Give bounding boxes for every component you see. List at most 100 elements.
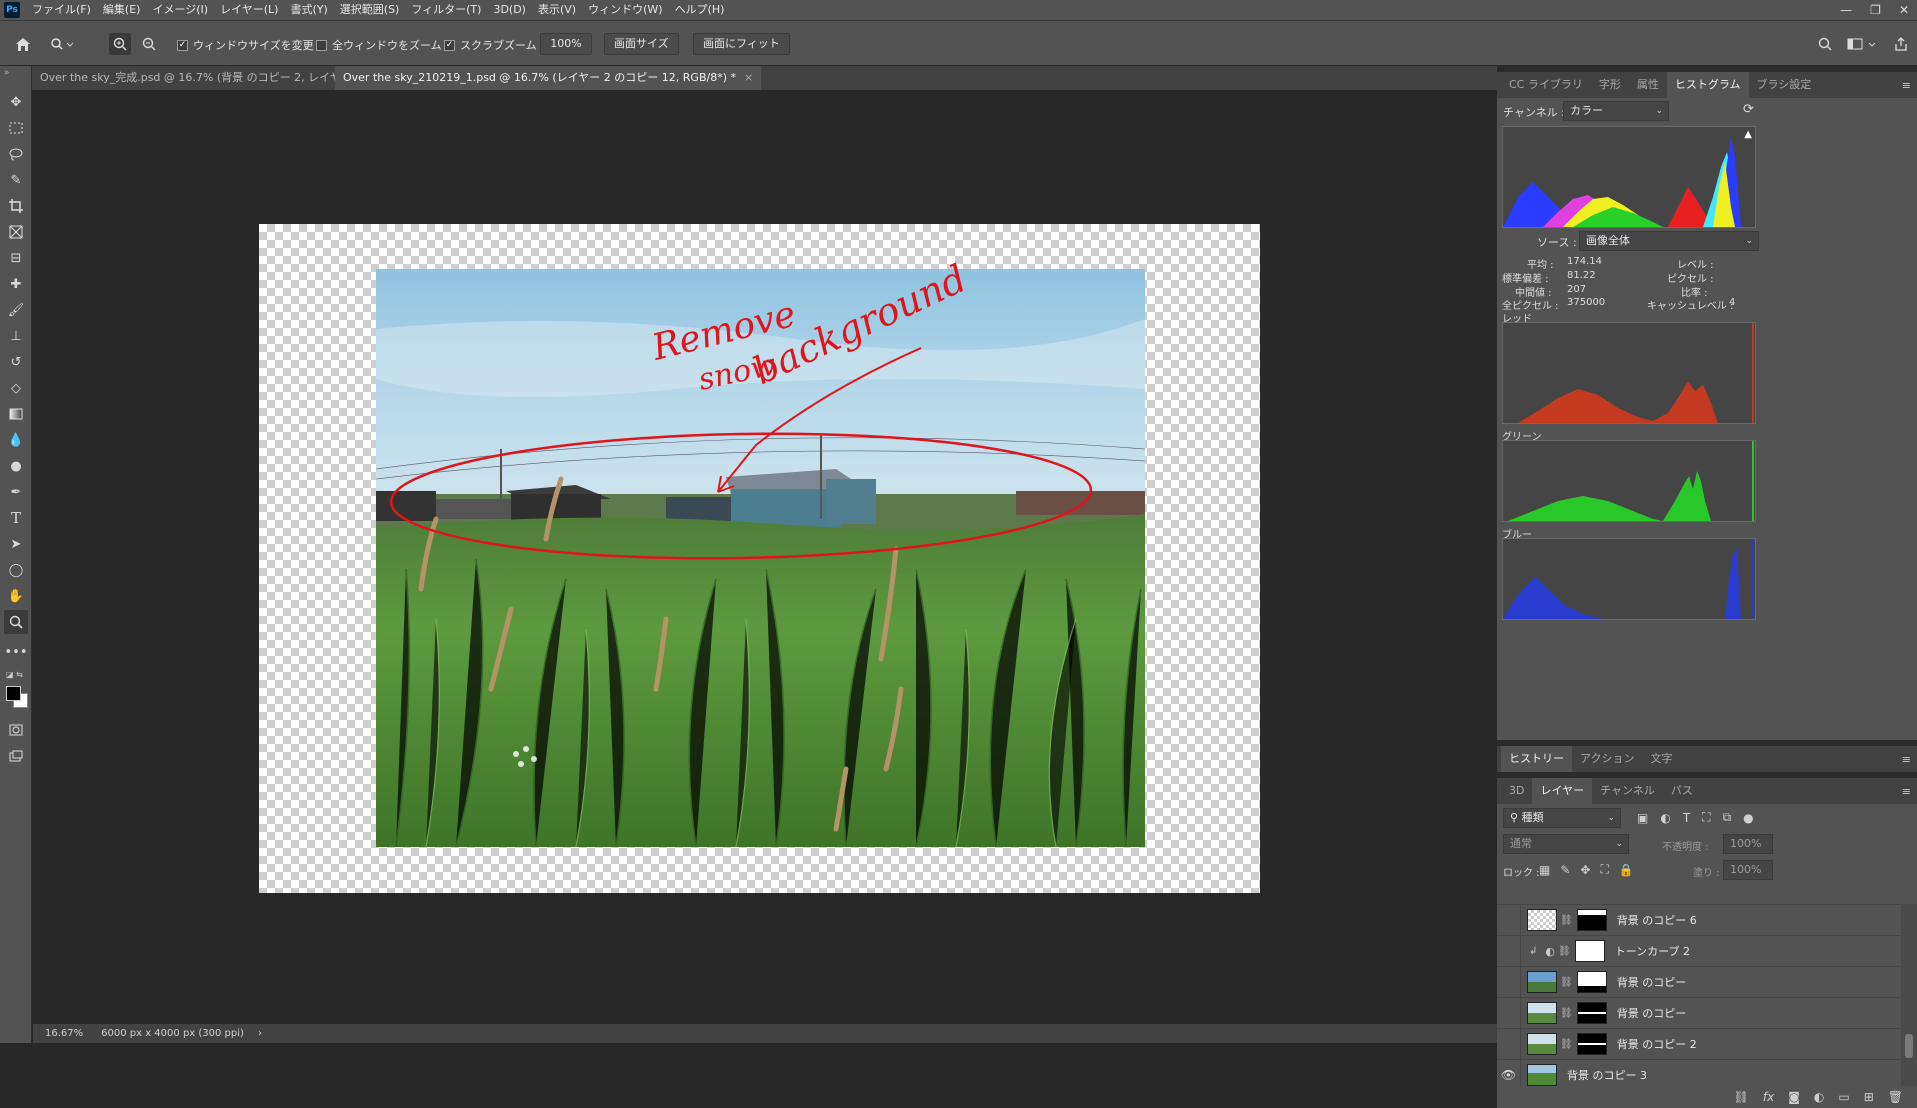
frame-tool-icon[interactable] bbox=[4, 220, 28, 244]
document-tab-active[interactable]: Over the sky_210219_1.psd @ 16.7% (レイヤー … bbox=[335, 66, 762, 90]
blend-mode-select[interactable]: 通常 ⌄ bbox=[1503, 834, 1629, 854]
history-brush-tool-icon[interactable]: ↺ bbox=[4, 350, 28, 374]
quick-mask-icon[interactable] bbox=[4, 718, 28, 742]
menu-item[interactable]: 表示(V) bbox=[532, 0, 582, 20]
zoom-tool-icon[interactable] bbox=[4, 610, 28, 634]
tab-brush-settings[interactable]: ブラシ設定 bbox=[1749, 72, 1820, 98]
fit-screen-button[interactable]: 画面サイズ bbox=[604, 33, 679, 55]
cache-warning-icon[interactable]: ▲ bbox=[1744, 129, 1752, 140]
link-icon[interactable]: ⛓ bbox=[1560, 977, 1573, 988]
close-tab-icon[interactable]: × bbox=[744, 71, 753, 84]
menu-item[interactable]: フィルター(T) bbox=[405, 0, 487, 20]
shape-filter-icon[interactable]: ⛶ bbox=[1702, 810, 1710, 825]
zoom-out-icon[interactable] bbox=[138, 33, 160, 55]
tab-character[interactable]: 文字 bbox=[1642, 746, 1680, 772]
channel-select[interactable]: カラー ⌄ bbox=[1563, 101, 1669, 121]
pixel-filter-icon[interactable]: ▣ bbox=[1637, 811, 1648, 825]
tab-layers[interactable]: レイヤー bbox=[1532, 778, 1593, 804]
menu-item[interactable]: 選択範囲(S) bbox=[334, 0, 406, 20]
layer-row[interactable]: ⛓ 背景 のコピー bbox=[1497, 997, 1901, 1029]
fill-screen-button[interactable]: 画面にフィット bbox=[693, 33, 790, 55]
eyedropper-tool-icon[interactable]: ⊟ bbox=[4, 246, 28, 270]
crop-tool-icon[interactable] bbox=[4, 194, 28, 218]
visibility-toggle[interactable] bbox=[1497, 966, 1521, 998]
tab-3d[interactable]: 3D bbox=[1501, 778, 1532, 804]
visibility-toggle[interactable] bbox=[1497, 935, 1521, 967]
minimize-icon[interactable]: — bbox=[1840, 3, 1852, 17]
zoom-all-windows-checkbox[interactable]: 全ウィンドウをズーム bbox=[316, 37, 442, 53]
panel-menu-icon[interactable]: ≡ bbox=[1902, 753, 1911, 766]
link-icon[interactable]: ⛓ bbox=[1560, 1039, 1573, 1050]
layer-mask-thumbnail[interactable] bbox=[1576, 909, 1607, 931]
brush-tool-icon[interactable]: 🖌 bbox=[4, 298, 28, 322]
move-tool-icon[interactable]: ✥ bbox=[4, 90, 28, 114]
hand-tool-icon[interactable]: ✋ bbox=[4, 584, 28, 608]
close-icon[interactable]: ✕ bbox=[1899, 3, 1909, 17]
share-icon[interactable] bbox=[1890, 33, 1912, 55]
scrubby-zoom-checkbox[interactable]: ✓ スクラブズーム bbox=[444, 37, 537, 53]
layer-mask-thumbnail[interactable] bbox=[1576, 1033, 1607, 1055]
screen-mode-icon[interactable] bbox=[4, 744, 28, 768]
lasso-tool-icon[interactable] bbox=[4, 142, 28, 166]
pen-tool-icon[interactable]: ✒ bbox=[4, 480, 28, 504]
menu-item[interactable]: イメージ(I) bbox=[146, 0, 214, 20]
blur-tool-icon[interactable]: 💧 bbox=[4, 428, 28, 452]
menu-item[interactable]: ヘルプ(H) bbox=[669, 0, 731, 20]
link-layers-icon[interactable]: ⛓ bbox=[1734, 1090, 1749, 1104]
healing-brush-tool-icon[interactable]: ✚ bbox=[4, 272, 28, 296]
fill-field[interactable]: 100% bbox=[1723, 860, 1773, 880]
layer-filter-select[interactable]: ⚲ 種類 ⌄ bbox=[1503, 808, 1621, 828]
gradient-tool-icon[interactable] bbox=[4, 402, 28, 426]
more-tools-icon[interactable]: ••• bbox=[4, 640, 28, 664]
new-group-icon[interactable]: ▭ bbox=[1838, 1090, 1849, 1104]
tab-history[interactable]: ヒストリー bbox=[1501, 746, 1572, 772]
zoom-100-button[interactable]: 100% bbox=[540, 33, 592, 55]
tab-properties[interactable]: 属性 bbox=[1629, 72, 1667, 98]
layer-scrollbar[interactable] bbox=[1901, 904, 1917, 1086]
eye-icon[interactable]: 👁 bbox=[1497, 1059, 1521, 1086]
path-select-tool-icon[interactable]: ➤ bbox=[4, 532, 28, 556]
add-mask-icon[interactable]: ◙ bbox=[1788, 1090, 1800, 1104]
zoom-level[interactable]: 16.67% bbox=[45, 1028, 83, 1039]
lock-transparency-icon[interactable]: ▦ bbox=[1539, 863, 1550, 877]
restore-icon[interactable]: ❐ bbox=[1870, 3, 1881, 17]
fx-icon[interactable]: fx bbox=[1763, 1090, 1774, 1104]
status-chevron-icon[interactable]: › bbox=[258, 1028, 262, 1039]
link-icon[interactable]: ⛓ bbox=[1558, 946, 1571, 957]
new-layer-icon[interactable]: ⊞ bbox=[1864, 1090, 1874, 1104]
zoom-in-icon[interactable] bbox=[109, 33, 131, 55]
layer-row[interactable]: ↲ ◐ ⛓ トーンカーブ 2 bbox=[1497, 935, 1901, 967]
marquee-tool-icon[interactable] bbox=[4, 116, 28, 140]
home-icon[interactable] bbox=[12, 33, 34, 55]
opacity-field[interactable]: 100% bbox=[1723, 834, 1773, 854]
adjustment-layer-icon[interactable]: ◐ bbox=[1814, 1090, 1824, 1104]
eraser-tool-icon[interactable]: ◇ bbox=[4, 376, 28, 400]
refresh-icon[interactable]: ⟳ bbox=[1743, 102, 1754, 117]
tab-actions[interactable]: アクション bbox=[1572, 746, 1642, 772]
visibility-toggle[interactable] bbox=[1497, 904, 1521, 936]
menu-item[interactable]: 編集(E) bbox=[97, 0, 147, 20]
layer-row[interactable]: ⛓ 背景 のコピー 2 bbox=[1497, 1028, 1901, 1060]
scrollbar-thumb[interactable] bbox=[1905, 1034, 1913, 1058]
resize-windows-checkbox[interactable]: ✓ ウィンドウサイズを変更 bbox=[177, 37, 314, 53]
panel-menu-icon[interactable]: ≡ bbox=[1902, 785, 1911, 798]
trash-icon[interactable]: 🗑 bbox=[1888, 1090, 1903, 1104]
dodge-tool-icon[interactable]: ● bbox=[4, 454, 28, 478]
tab-cc-libraries[interactable]: CC ライブラリ bbox=[1501, 72, 1591, 98]
visibility-toggle[interactable] bbox=[1497, 997, 1521, 1029]
menu-item[interactable]: 書式(Y) bbox=[284, 0, 333, 20]
layer-mask-thumbnail[interactable] bbox=[1576, 971, 1607, 993]
zoom-tool-preset-icon[interactable] bbox=[46, 33, 78, 55]
tab-histogram[interactable]: ヒストグラム bbox=[1666, 72, 1749, 98]
search-icon[interactable] bbox=[1814, 33, 1836, 55]
source-select[interactable]: 画像全体 ⌄ bbox=[1579, 231, 1759, 251]
filter-toggle-icon[interactable]: ● bbox=[1743, 811, 1753, 825]
menu-item[interactable]: レイヤー(L) bbox=[214, 0, 284, 20]
layer-row[interactable]: ⛓ 背景 のコピー 6 bbox=[1497, 904, 1901, 936]
ellipse-tool-icon[interactable]: ◯ bbox=[4, 558, 28, 582]
tab-paths[interactable]: パス bbox=[1663, 778, 1701, 804]
link-icon[interactable]: ⛓ bbox=[1560, 1008, 1573, 1019]
lock-artboard-icon[interactable]: ⛶ bbox=[1600, 862, 1608, 877]
layer-row[interactable]: 👁 背景 のコピー 3 bbox=[1497, 1059, 1901, 1086]
menu-item[interactable]: ウィンドウ(W) bbox=[582, 0, 668, 20]
